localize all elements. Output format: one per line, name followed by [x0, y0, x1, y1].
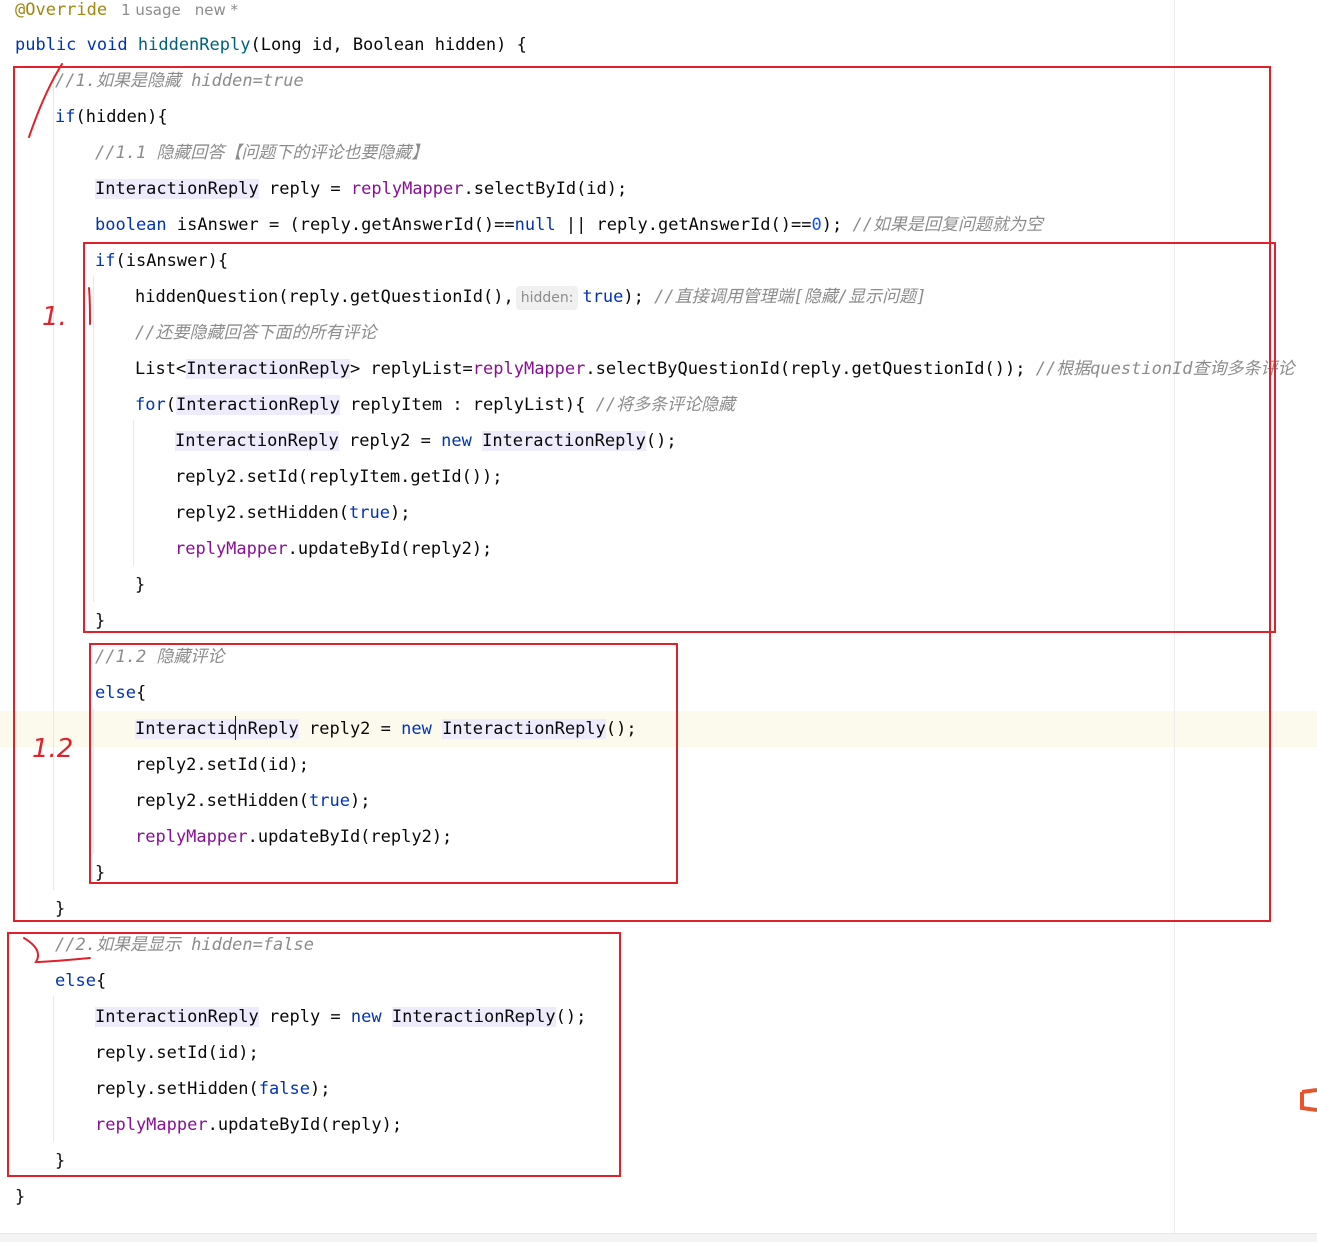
author-hint[interactable]: new * — [195, 1, 238, 19]
keyword: void — [86, 35, 128, 55]
code-line-close-brace[interactable]: } — [15, 1179, 25, 1215]
override-annotation: @Override — [15, 0, 108, 20]
annotation-box-hide-answer — [83, 242, 1276, 633]
annotation-box-hide-comment — [89, 643, 678, 884]
annotation-box-hidden-false — [7, 932, 621, 1177]
method-meta-line: @Override 1 usage new * — [15, 0, 238, 20]
usages-hint[interactable]: 1 usage — [121, 1, 181, 19]
code-text: } — [15, 1187, 26, 1207]
method-name: hiddenReply — [137, 35, 251, 55]
code-line-method-signature[interactable]: public void hiddenReply(Long id, Boolean… — [15, 27, 527, 63]
keyword: public — [15, 35, 77, 55]
code-text: (Long id, Boolean hidden) { — [250, 35, 527, 55]
